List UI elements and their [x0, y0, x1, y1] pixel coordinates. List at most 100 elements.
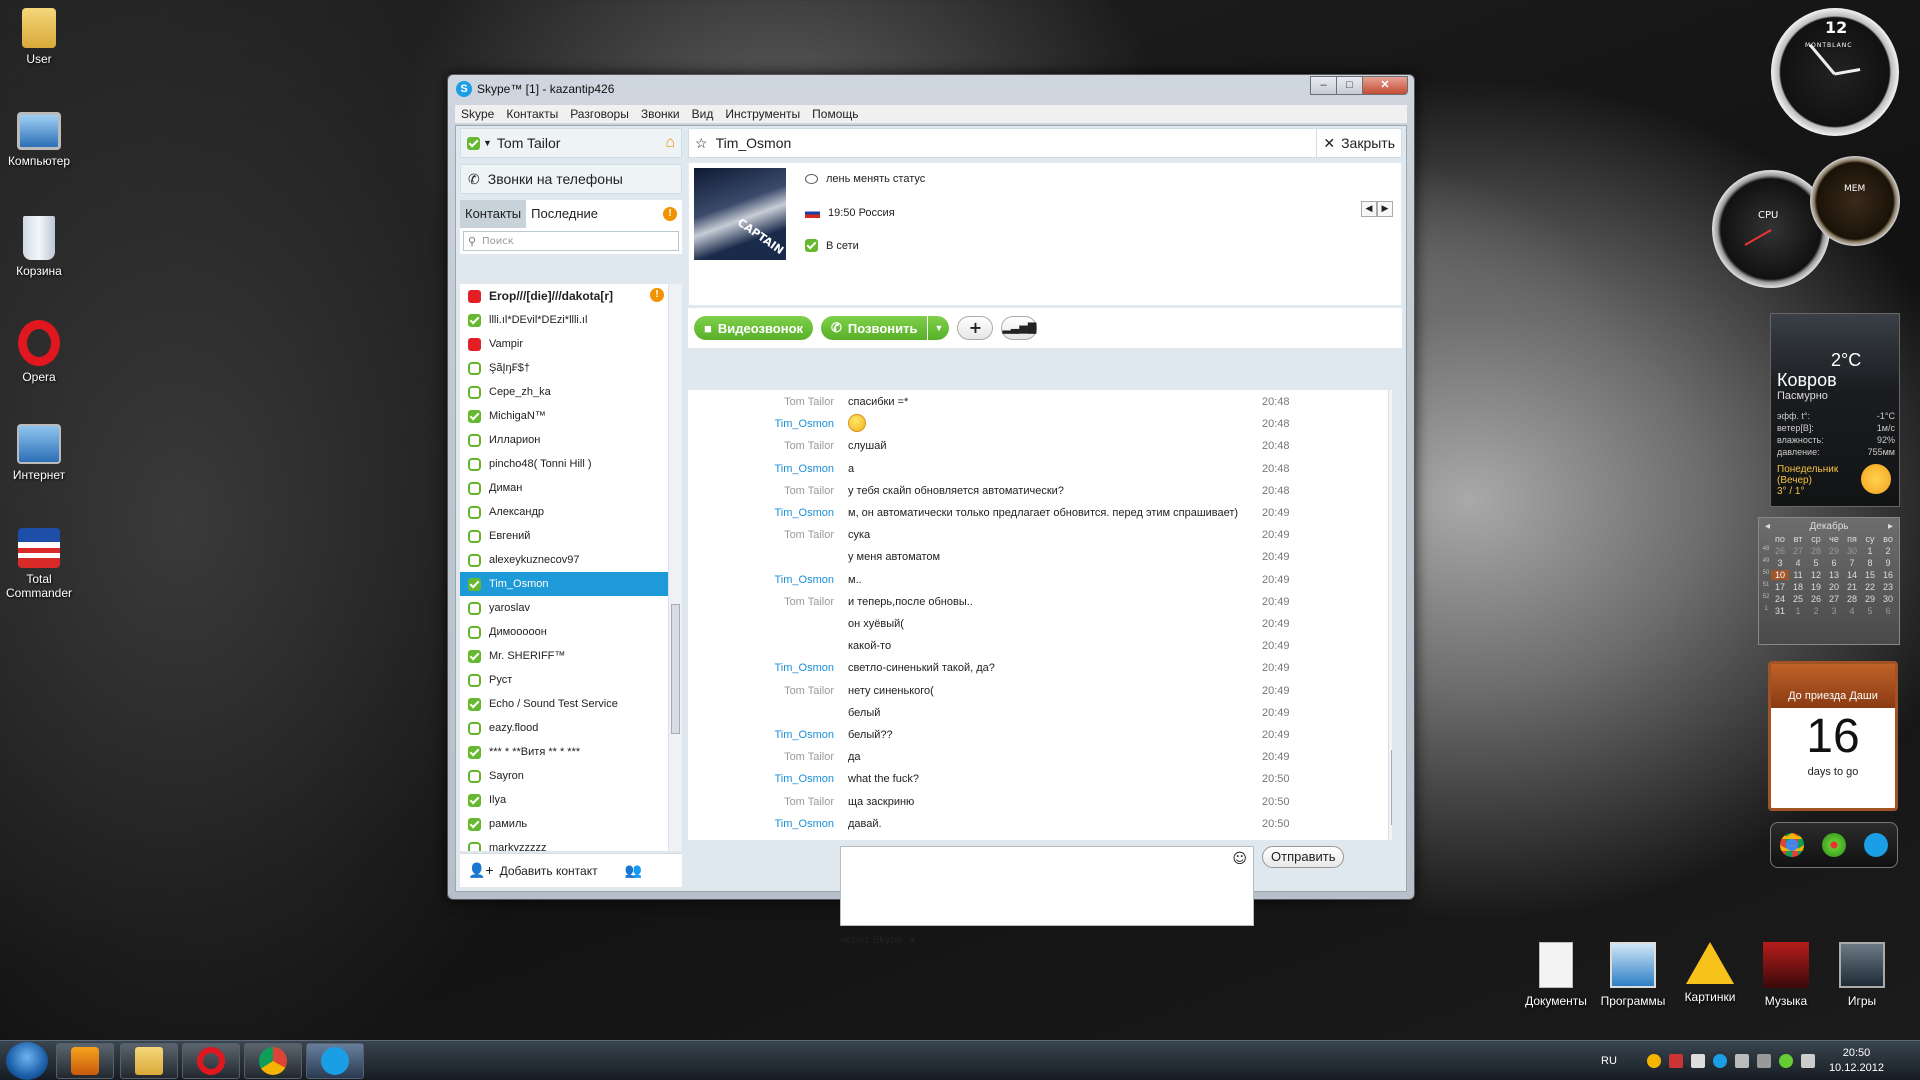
message-sender[interactable]: Tom Tailor	[784, 440, 834, 452]
contact-list-item[interactable]: Димооооон	[460, 620, 668, 644]
contact-list-item[interactable]: Александр	[460, 500, 668, 524]
calendar-day[interactable]: 5	[1807, 558, 1825, 568]
calendar-day[interactable]: 11	[1789, 570, 1807, 580]
calendar-day[interactable]: 10	[1771, 570, 1789, 580]
avatar[interactable]: CAPTAIN	[694, 168, 786, 260]
calendar-day[interactable]: 27	[1789, 546, 1807, 556]
contact-list-item[interactable]: Cepe_zh_ka	[460, 380, 668, 404]
countdown-gadget[interactable]: До приезда Даши 16 days to go	[1768, 661, 1898, 811]
calendar-day[interactable]: 13	[1825, 570, 1843, 580]
close-window-button[interactable]: ✕	[1362, 76, 1408, 95]
contact-list-item[interactable]: *** * **Витя ** * ***	[460, 740, 668, 764]
calendar-day[interactable]: 8	[1861, 558, 1879, 568]
message-sender[interactable]: Tim_Osmon	[775, 729, 835, 741]
title-bar[interactable]: S Skype™ [1] - kazantip426 – □ ✕	[448, 75, 1414, 103]
contact-list-scrollbar[interactable]	[668, 284, 682, 851]
calendar-gadget[interactable]: ◂ Декабрь ▸ по вт ср че пя су во 48 26 27 28 29 30 1 2…	[1758, 517, 1900, 645]
weather-gadget[interactable]: 2°C Ковров Пасмурно эфф. t°: -1°C ветер[В]…	[1770, 313, 1900, 507]
contact-list-item[interactable]: ŞãĮŋ₣$†	[460, 356, 668, 380]
call-phones-button[interactable]: ✆ Звонки на телефоны	[460, 164, 682, 194]
message-sender[interactable]: Tim_Osmon	[775, 818, 835, 830]
message-sender[interactable]: Tim_Osmon	[775, 773, 835, 785]
calendar-day[interactable]: 27	[1825, 594, 1843, 604]
calendar-day[interactable]: 15	[1861, 570, 1879, 580]
chrome-icon[interactable]	[1780, 833, 1804, 857]
calendar-day[interactable]: 6	[1879, 606, 1897, 616]
calendar-day[interactable]: 6	[1825, 558, 1843, 568]
taskbar-chrome[interactable]	[244, 1043, 302, 1079]
desktop-icon-programs[interactable]: Программы	[1595, 942, 1671, 1008]
contact-list-item[interactable]: Sayron	[460, 764, 668, 788]
calendar-day[interactable]: 5	[1861, 606, 1879, 616]
calendar-day[interactable]: 21	[1843, 582, 1861, 592]
menu-calls[interactable]: Звонки	[635, 107, 686, 121]
menu-skype[interactable]: Skype	[455, 107, 500, 121]
call-quality-button[interactable]: ▂▃▅▇	[1001, 316, 1038, 340]
calendar-day[interactable]: 26	[1771, 546, 1789, 556]
clock-gadget[interactable]: 12 MONTBLANC	[1771, 8, 1899, 136]
calendar-day[interactable]: 12	[1807, 570, 1825, 580]
group-icon[interactable]: 👥	[625, 862, 642, 879]
desktop-icon-computer[interactable]: Компьютер	[0, 112, 78, 168]
icq-tray-icon[interactable]	[1778, 1054, 1793, 1068]
memory-meter-gadget[interactable]: MEM	[1810, 156, 1900, 246]
calendar-day[interactable]: 1	[1789, 606, 1807, 616]
calendar-day[interactable]: 14	[1843, 570, 1861, 580]
calendar-day[interactable]: 7	[1843, 558, 1861, 568]
message-sender[interactable]: Tom Tailor	[784, 596, 834, 608]
flag-tray-icon[interactable]	[1734, 1054, 1749, 1068]
contact-list-item[interactable]: eazy.flood	[460, 716, 668, 740]
message-sender[interactable]: Tom Tailor	[784, 751, 834, 763]
taskbar-explorer[interactable]	[120, 1043, 178, 1079]
video-call-button[interactable]: ■ Видеозвонок	[694, 316, 814, 340]
volume-tray-icon[interactable]	[1756, 1054, 1771, 1068]
next-month-icon[interactable]: ▸	[1888, 520, 1893, 534]
message-sender[interactable]: Tom Tailor	[784, 529, 834, 541]
contact-list-item[interactable]: MichigaN™	[460, 404, 668, 428]
skype-icon[interactable]	[1864, 833, 1888, 857]
message-sender[interactable]: Tim_Osmon	[775, 507, 835, 519]
contact-list-item[interactable]: рамиль	[460, 812, 668, 836]
calendar-day[interactable]: 23	[1879, 582, 1897, 592]
star-icon[interactable]: ☆	[695, 135, 708, 152]
language-indicator[interactable]: RU	[1601, 1055, 1617, 1067]
calendar-day[interactable]: 29	[1861, 594, 1879, 604]
minimize-button[interactable]: –	[1310, 76, 1337, 95]
menu-conversations[interactable]: Разговоры	[564, 107, 635, 121]
calendar-day[interactable]: 26	[1807, 594, 1825, 604]
desktop-icon-documents[interactable]: Документы	[1518, 942, 1594, 1008]
contact-list-item[interactable]: Tim_Osmon	[460, 572, 668, 596]
send-via-dropdown[interactable]: через Skype ▼	[840, 934, 917, 946]
contact-list-item[interactable]: Илларион	[460, 428, 668, 452]
menu-view[interactable]: Вид	[686, 107, 720, 121]
prev-month-icon[interactable]: ◂	[1765, 520, 1770, 534]
calendar-day[interactable]: 1	[1861, 546, 1879, 556]
contact-list-item[interactable]: Ilya	[460, 788, 668, 812]
desktop-icon-total-commander[interactable]: Total Commander	[0, 528, 78, 600]
calendar-day[interactable]: 18	[1789, 582, 1807, 592]
online-status-icon[interactable]	[467, 136, 480, 150]
message-sender[interactable]: Tom Tailor	[784, 396, 834, 408]
tab-recent[interactable]: Последние !	[526, 200, 682, 228]
calendar-day[interactable]: 4	[1789, 558, 1807, 568]
calendar-day[interactable]: 22	[1861, 582, 1879, 592]
desktop-icon-music[interactable]: Музыка	[1748, 942, 1824, 1008]
contact-list-item[interactable]: Евгений	[460, 524, 668, 548]
desktop-icon-opera[interactable]: Opera	[0, 320, 78, 384]
calendar-day[interactable]: 30	[1879, 594, 1897, 604]
call-button[interactable]: ✆ Позвонить	[821, 316, 928, 340]
calendar-day[interactable]: 16	[1879, 570, 1897, 580]
calendar-day[interactable]: 24	[1771, 594, 1789, 604]
calendar-day[interactable]: 3	[1825, 606, 1843, 616]
contact-list-item[interactable]: markyzzzzz	[460, 836, 668, 851]
calendar-day[interactable]: 20	[1825, 582, 1843, 592]
calendar-day[interactable]: 25	[1789, 594, 1807, 604]
calendar-day[interactable]: 4	[1843, 606, 1861, 616]
message-sender[interactable]: Tim_Osmon	[775, 574, 835, 586]
next-arrow-icon[interactable]: ▶	[1377, 201, 1393, 217]
home-icon[interactable]: ⌂	[665, 134, 675, 152]
message-sender[interactable]: Tim_Osmon	[775, 418, 835, 430]
contact-list-item[interactable]: Диман	[460, 476, 668, 500]
contact-list-item[interactable]: Руст	[460, 668, 668, 692]
calendar-day[interactable]: 29	[1825, 546, 1843, 556]
